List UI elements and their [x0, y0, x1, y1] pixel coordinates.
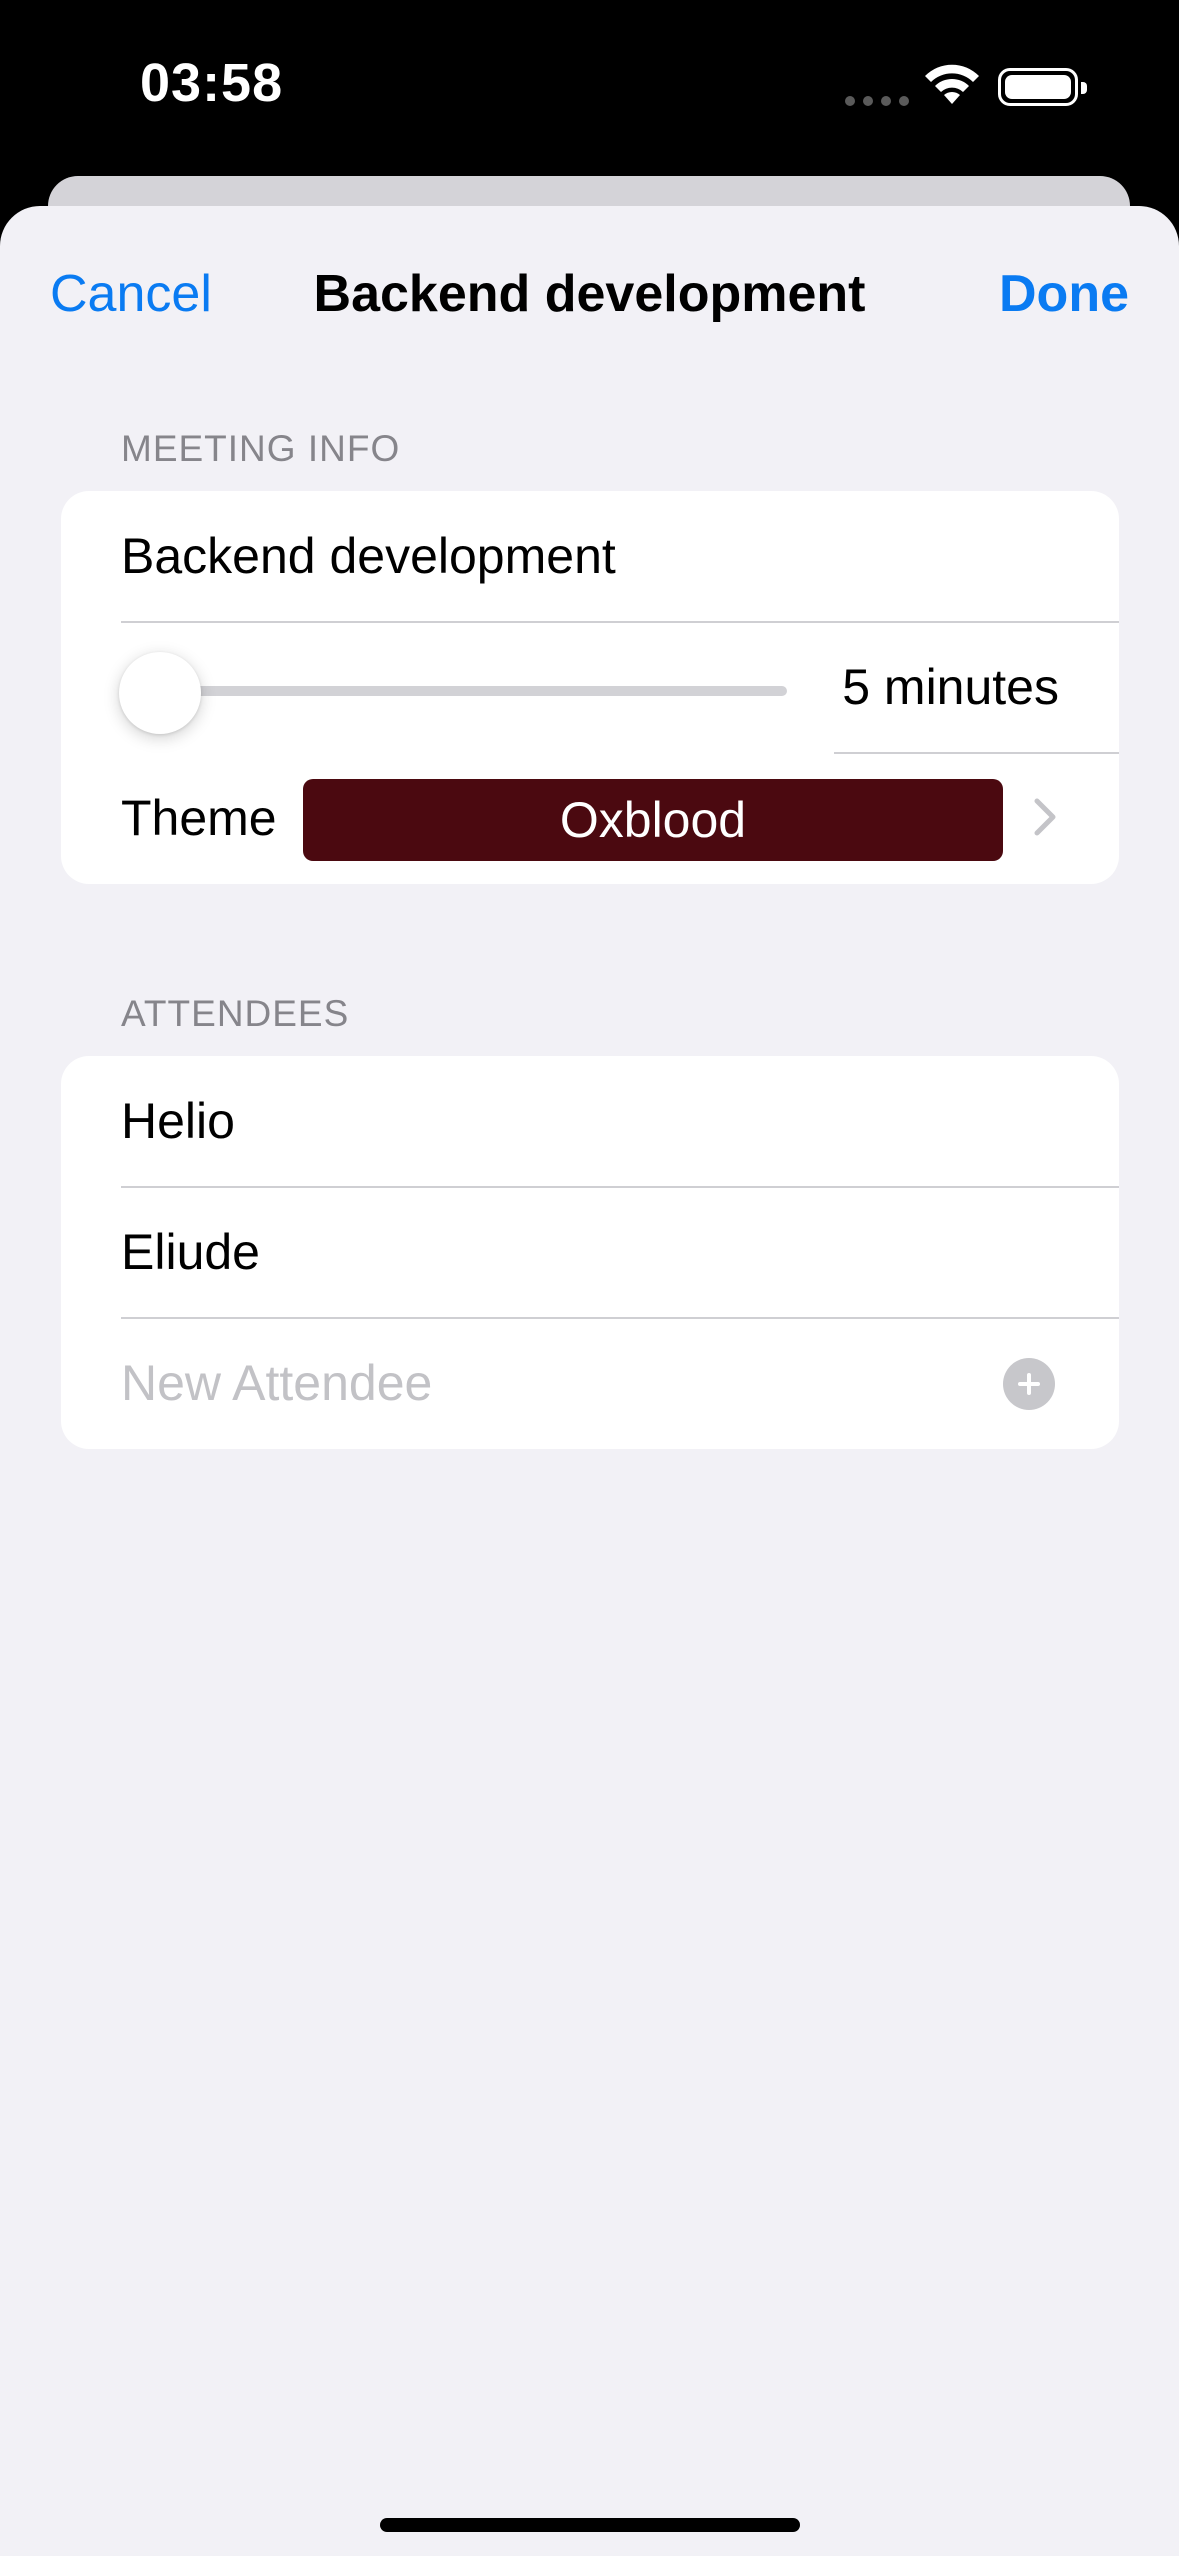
meeting-title-field[interactable]: Backend development: [121, 491, 616, 622]
attendee-name: Helio: [121, 1093, 235, 1149]
cancel-button[interactable]: Cancel: [50, 264, 212, 324]
status-time: 03:58: [140, 53, 284, 113]
meeting-info-header: MEETING INFO: [121, 428, 401, 469]
length-label: 5 minutes: [842, 659, 1059, 715]
theme-label: Theme: [121, 790, 277, 846]
new-attendee-row: New Attendee: [61, 1318, 1119, 1449]
attendee-row: Eliude: [61, 1187, 1119, 1318]
chevron-right-icon: [1034, 798, 1056, 836]
edit-sheet: Backend development Cancel Done MEETING …: [0, 206, 1179, 2556]
length-slider-thumb[interactable]: [119, 652, 201, 734]
attendee-name: Eliude: [121, 1224, 260, 1280]
title-row: Backend development: [61, 491, 1119, 622]
length-slider-track[interactable]: [141, 686, 787, 696]
attendees-header: ATTENDEES: [121, 993, 350, 1034]
new-attendee-input[interactable]: New Attendee: [121, 1318, 432, 1449]
done-button[interactable]: Done: [999, 264, 1129, 324]
status-bar: 03:58: [0, 0, 1179, 176]
length-row: 5 minutes: [61, 622, 1119, 753]
home-indicator: [380, 2518, 800, 2532]
wifi-icon: [925, 64, 979, 104]
attendees-card: Helio Eliude New Attendee: [61, 1056, 1119, 1449]
theme-value-chip: Oxblood: [303, 779, 1003, 861]
meeting-info-card: Backend development 5 minutes Theme Oxbl…: [61, 491, 1119, 884]
cellular-signal-icon: [845, 96, 909, 106]
attendee-row: Helio: [61, 1056, 1119, 1187]
add-attendee-icon[interactable]: [1003, 1358, 1055, 1410]
battery-icon: [998, 68, 1087, 106]
theme-row[interactable]: Theme Oxblood: [61, 753, 1119, 884]
